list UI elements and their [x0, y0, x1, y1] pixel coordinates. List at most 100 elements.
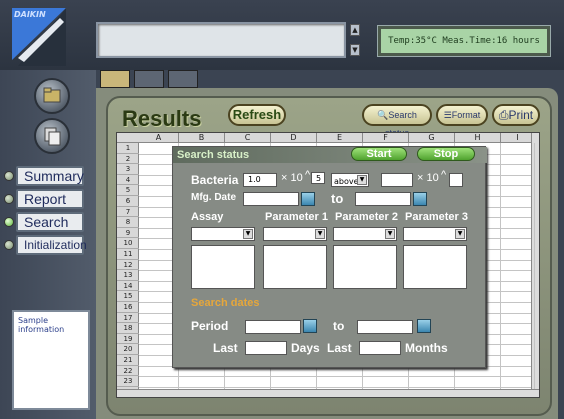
- row-header-21[interactable]: 21: [117, 355, 139, 366]
- row-header-20[interactable]: 20: [117, 344, 139, 355]
- chevron-down-icon: ▼: [455, 229, 465, 239]
- bacteria-upper-input[interactable]: [381, 173, 413, 187]
- page-title: Results: [122, 106, 202, 131]
- parameter-3-list[interactable]: [403, 245, 467, 289]
- last-months-input[interactable]: [359, 341, 401, 355]
- row-header-5[interactable]: 5: [117, 185, 139, 196]
- stop-button[interactable]: Stop: [417, 147, 475, 161]
- row-header-18[interactable]: 18: [117, 323, 139, 334]
- row-header-3[interactable]: 3: [117, 164, 139, 175]
- row-header-13[interactable]: 13: [117, 270, 139, 281]
- tab-3[interactable]: [168, 70, 198, 88]
- comparison-value: above: [334, 177, 359, 186]
- mfg-date-label: Mfg. Date: [191, 192, 236, 203]
- chevron-down-icon: ▼: [243, 229, 253, 239]
- refresh-button[interactable]: Refresh: [228, 104, 286, 126]
- horizontal-scrollbar[interactable]: [117, 389, 539, 397]
- row-header-6[interactable]: 6: [117, 196, 139, 207]
- magnifier-icon: 🔍: [377, 110, 389, 120]
- row-header-22[interactable]: 22: [117, 366, 139, 377]
- column-header-b[interactable]: B: [179, 133, 225, 143]
- grid-line: [534, 143, 535, 389]
- print-label: Print: [508, 108, 534, 122]
- last-days-input[interactable]: [245, 341, 287, 355]
- copy-icon[interactable]: [34, 118, 70, 154]
- row-header-10[interactable]: 10: [117, 238, 139, 249]
- bacteria-value-input[interactable]: 1.0: [243, 173, 277, 187]
- comparison-select[interactable]: above ▼: [331, 173, 369, 187]
- row-header-14[interactable]: 14: [117, 281, 139, 292]
- parameter-3-select[interactable]: ▼: [403, 227, 467, 241]
- row-header-8[interactable]: 8: [117, 217, 139, 228]
- grid-line: [139, 376, 531, 378]
- parameter-2-select[interactable]: ▼: [333, 227, 397, 241]
- row-header-17[interactable]: 17: [117, 313, 139, 324]
- grid-line: [139, 386, 531, 388]
- message-box: [96, 22, 346, 58]
- parameter-2-label: Parameter 2: [335, 211, 398, 223]
- row-header-column: 1 2 3 4 5 6 7 8 9 10 11 12 13 14 15 16 17 18 19 20 21 22 23: [117, 143, 139, 389]
- period-to-input[interactable]: [357, 320, 413, 334]
- mfg-date-from-input[interactable]: [243, 192, 299, 206]
- calendar-icon[interactable]: [417, 319, 431, 333]
- folder-icon[interactable]: [34, 78, 70, 114]
- start-button[interactable]: Start: [351, 147, 407, 161]
- column-header-h[interactable]: H: [455, 133, 501, 143]
- column-header-e[interactable]: E: [317, 133, 363, 143]
- assay-select[interactable]: ▼: [191, 227, 255, 241]
- row-header-19[interactable]: 19: [117, 334, 139, 345]
- column-header-g[interactable]: G: [409, 133, 455, 143]
- exponent-input[interactable]: 5: [311, 172, 325, 184]
- nav-report[interactable]: Report: [16, 189, 84, 209]
- row-header-15[interactable]: 15: [117, 291, 139, 302]
- scroll-up-icon[interactable]: ▲: [350, 24, 360, 36]
- format-icon: ☰: [443, 110, 452, 120]
- column-header-f[interactable]: F: [363, 133, 409, 143]
- row-header-9[interactable]: 9: [117, 228, 139, 239]
- assay-list[interactable]: [191, 245, 255, 289]
- row-header-11[interactable]: 11: [117, 249, 139, 260]
- search-status-button[interactable]: 🔍Search status: [362, 104, 432, 138]
- last-days-label: Last: [213, 341, 238, 355]
- print-button[interactable]: ⎙Print: [492, 104, 540, 126]
- nav-initialization[interactable]: Initialization: [16, 235, 87, 255]
- tab-1[interactable]: [100, 70, 130, 88]
- calendar-icon[interactable]: [413, 192, 427, 206]
- column-header-d[interactable]: D: [271, 133, 317, 143]
- parameter-1-select[interactable]: ▼: [263, 227, 327, 241]
- search-dates-heading: Search dates: [191, 297, 260, 309]
- row-header-23[interactable]: 23: [117, 376, 139, 387]
- exponent-upper-input[interactable]: [449, 173, 463, 187]
- calendar-icon[interactable]: [303, 319, 317, 333]
- chevron-down-icon: ▼: [315, 229, 325, 239]
- column-header-row: ABCDEFGHI: [117, 133, 539, 143]
- period-from-input[interactable]: [245, 320, 301, 334]
- parameter-3-label: Parameter 3: [405, 211, 468, 223]
- column-header-i[interactable]: I: [501, 133, 535, 143]
- calendar-icon[interactable]: [301, 192, 315, 206]
- power-caret-label: ^: [305, 169, 311, 181]
- times-ten-label: × 10: [281, 172, 303, 184]
- row-header-7[interactable]: 7: [117, 207, 139, 218]
- nav-search[interactable]: Search: [16, 212, 84, 232]
- tab-2[interactable]: [134, 70, 164, 88]
- row-header-1[interactable]: 1: [117, 143, 139, 154]
- row-header-4[interactable]: 4: [117, 175, 139, 186]
- row-header-12[interactable]: 12: [117, 260, 139, 271]
- days-label: Days: [291, 341, 320, 355]
- row-header-16[interactable]: 16: [117, 302, 139, 313]
- row-header-2[interactable]: 2: [117, 154, 139, 165]
- period-to-label: to: [333, 319, 345, 333]
- column-header-c[interactable]: C: [225, 133, 271, 143]
- nav-summary[interactable]: Summary: [16, 166, 84, 186]
- parameter-1-list[interactable]: [263, 245, 327, 289]
- vertical-scrollbar[interactable]: [531, 133, 539, 389]
- last-months-label: Last: [327, 341, 352, 355]
- format-button[interactable]: ☰Format: [436, 104, 488, 126]
- mfg-date-to-input[interactable]: [355, 192, 411, 206]
- search-status-dialog: Search status Start Stop Bacteria 1.0 × …: [172, 146, 487, 368]
- scroll-down-icon[interactable]: ▼: [350, 44, 360, 56]
- parameter-2-list[interactable]: [333, 245, 397, 289]
- format-label: Format: [451, 110, 481, 120]
- column-header-a[interactable]: A: [139, 133, 179, 143]
